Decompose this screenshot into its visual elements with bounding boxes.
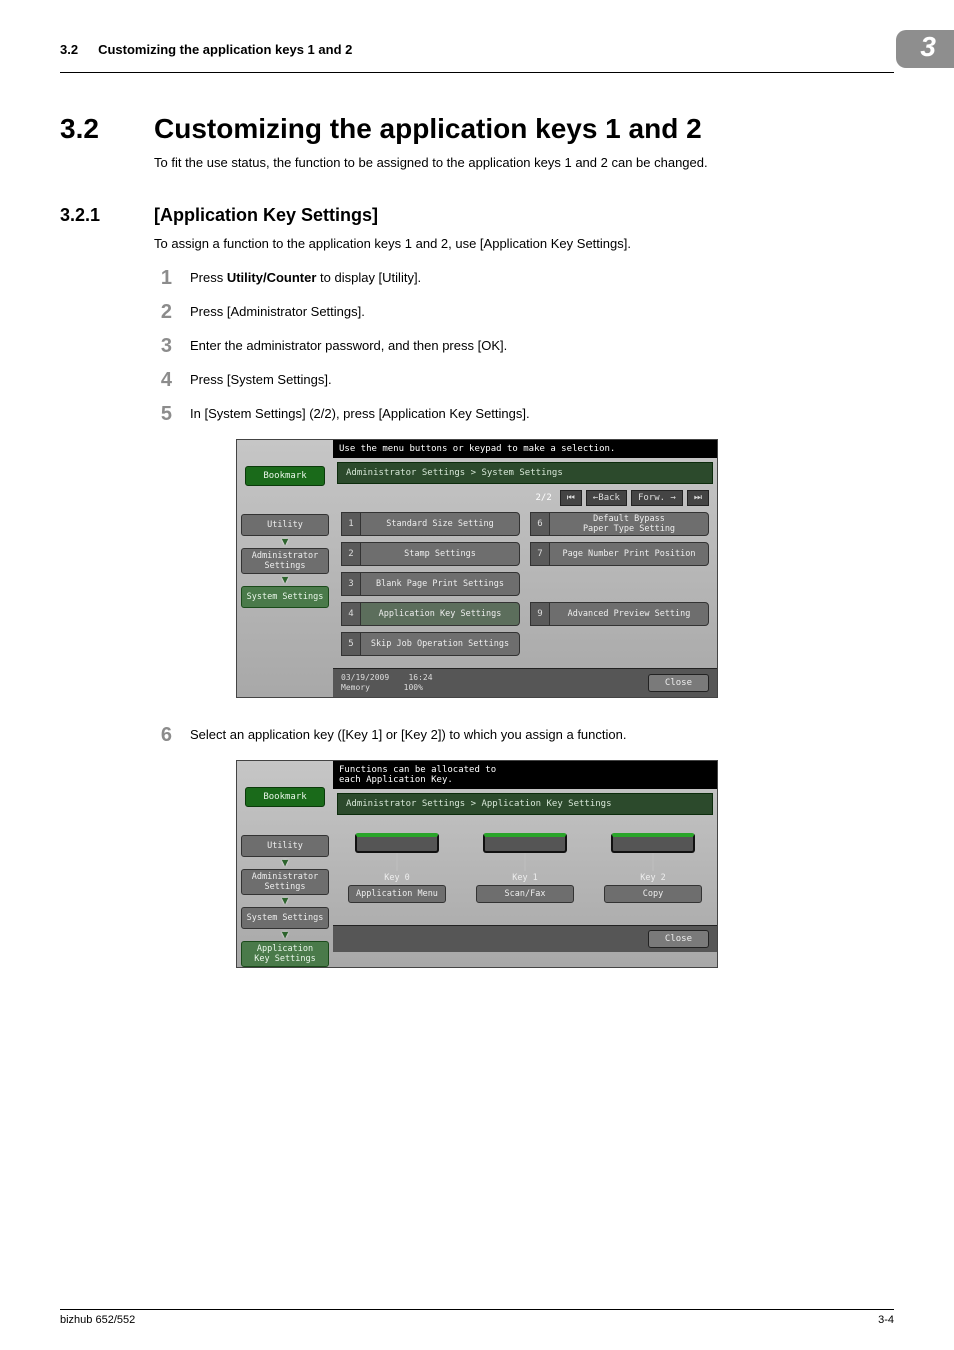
step-num: 3 [154, 337, 172, 355]
heading-2-num: 3.2.1 [60, 205, 124, 226]
running-header: 3.2 Customizing the application keys 1 a… [60, 30, 894, 73]
step-2: 2 Press [Administrator Settings]. [154, 303, 894, 321]
step-num: 4 [154, 371, 172, 389]
key-icon [483, 833, 567, 853]
sidebar-app-key-settings[interactable]: Application Key Settings [241, 941, 329, 967]
step-1: 1 Press Utility/Counter to display [Util… [154, 269, 894, 287]
key-label: Key 0 [384, 873, 410, 883]
header-section-num: 3.2 [60, 42, 78, 57]
page-indicator: 2/2 [531, 491, 555, 505]
key-value[interactable]: Application Menu [348, 885, 446, 903]
sidebar-system-settings[interactable]: System Settings [241, 907, 329, 929]
sidebar-system-settings[interactable]: System Settings [241, 586, 329, 608]
key-label: Key 2 [640, 873, 666, 883]
key-1[interactable]: Key 1 Scan/Fax [476, 833, 574, 903]
step-num: 1 [154, 269, 172, 287]
opt-default-bypass[interactable]: 6Default Bypass Paper Type Setting [530, 512, 709, 536]
step-6: 6 Select an application key ([Key 1] or … [154, 726, 894, 744]
sidebar-admin-settings[interactable]: Administrator Settings [241, 869, 329, 895]
breadcrumb-bar: Administrator Settings > Application Key… [337, 793, 713, 815]
instruction-bar: Functions can be allocated to each Appli… [333, 761, 717, 789]
pager-fwd-button[interactable]: Forw. → [631, 490, 683, 506]
heading-1-desc: To fit the use status, the function to b… [154, 155, 894, 170]
heading-1-num: 3.2 [60, 113, 124, 145]
step-5: 5 In [System Settings] (2/2), press [App… [154, 405, 894, 423]
opt-skip-job[interactable]: 5Skip Job Operation Settings [341, 632, 520, 656]
sidebar-admin-settings[interactable]: Administrator Settings [241, 548, 329, 574]
pager-first-button[interactable]: ⏮ [560, 490, 582, 506]
key-icon [611, 833, 695, 853]
step-text: Select an application key ([Key 1] or [K… [190, 726, 626, 744]
step-text: Press [System Settings]. [190, 371, 332, 389]
step-3: 3 Enter the administrator password, and … [154, 337, 894, 355]
bookmark-button[interactable]: Bookmark [245, 466, 325, 486]
close-button[interactable]: Close [648, 930, 709, 948]
arrow-down-icon: ▼ [282, 895, 289, 907]
opt-page-number[interactable]: 7Page Number Print Position [530, 542, 709, 566]
arrow-down-icon: ▼ [282, 857, 289, 869]
step-4: 4 Press [System Settings]. [154, 371, 894, 389]
heading-2-title: [Application Key Settings] [154, 205, 378, 226]
opt-advanced-preview[interactable]: 9Advanced Preview Setting [530, 602, 709, 626]
instruction-bar: Use the menu buttons or keypad to make a… [333, 440, 717, 458]
pager: 2/2 ⏮ ←Back Forw. → ⏭ [333, 484, 717, 508]
chapter-tab: 3 [896, 30, 954, 68]
opt-app-key-settings[interactable]: 4Application Key Settings [341, 602, 520, 626]
opt-standard-size[interactable]: 1Standard Size Setting [341, 512, 520, 536]
footer-page: 3-4 [878, 1314, 894, 1326]
page-footer: bizhub 652/552 3-4 [60, 1309, 894, 1326]
arrow-down-icon: ▼ [282, 929, 289, 941]
step-text: Press Utility/Counter to display [Utilit… [190, 269, 421, 287]
key-0[interactable]: Key 0 Application Menu [348, 833, 446, 903]
step-num: 2 [154, 303, 172, 321]
key-icon [355, 833, 439, 853]
close-button[interactable]: Close [648, 674, 709, 692]
key-value[interactable]: Scan/Fax [476, 885, 574, 903]
sidebar-utility[interactable]: Utility [241, 835, 329, 857]
step-text: In [System Settings] (2/2), press [Appli… [190, 405, 530, 423]
key-value[interactable]: Copy [604, 885, 702, 903]
step-num: 5 [154, 405, 172, 423]
step-text: Press [Administrator Settings]. [190, 303, 365, 321]
status-meta: 03/19/2009 16:24 Memory 100% [341, 673, 433, 693]
footer-model: bizhub 652/552 [60, 1314, 135, 1326]
heading-2: 3.2.1 [Application Key Settings] [60, 205, 894, 226]
heading-1-title: Customizing the application keys 1 and 2 [154, 113, 702, 145]
breadcrumb-bar: Administrator Settings > System Settings [337, 462, 713, 484]
screenshot-system-settings: Bookmark Utility ▼ Administrator Setting… [236, 439, 718, 698]
arrow-down-icon: ▼ [282, 536, 289, 548]
heading-1: 3.2 Customizing the application keys 1 a… [60, 113, 894, 145]
heading-2-desc: To assign a function to the application … [154, 236, 894, 251]
opt-stamp[interactable]: 2Stamp Settings [341, 542, 520, 566]
opt-blank-page[interactable]: 3Blank Page Print Settings [341, 572, 520, 596]
sidebar-utility[interactable]: Utility [241, 514, 329, 536]
step-text: Enter the administrator password, and th… [190, 337, 507, 355]
key-label: Key 1 [512, 873, 538, 883]
pager-back-button[interactable]: ←Back [586, 490, 627, 506]
header-section-title: Customizing the application keys 1 and 2 [98, 42, 896, 57]
arrow-down-icon: ▼ [282, 574, 289, 586]
pager-last-button[interactable]: ⏭ [687, 490, 709, 506]
screenshot-app-key-settings: Bookmark Utility ▼ Administrator Setting… [236, 760, 718, 968]
bookmark-button[interactable]: Bookmark [245, 787, 325, 807]
step-num: 6 [154, 726, 172, 744]
key-2[interactable]: Key 2 Copy [604, 833, 702, 903]
